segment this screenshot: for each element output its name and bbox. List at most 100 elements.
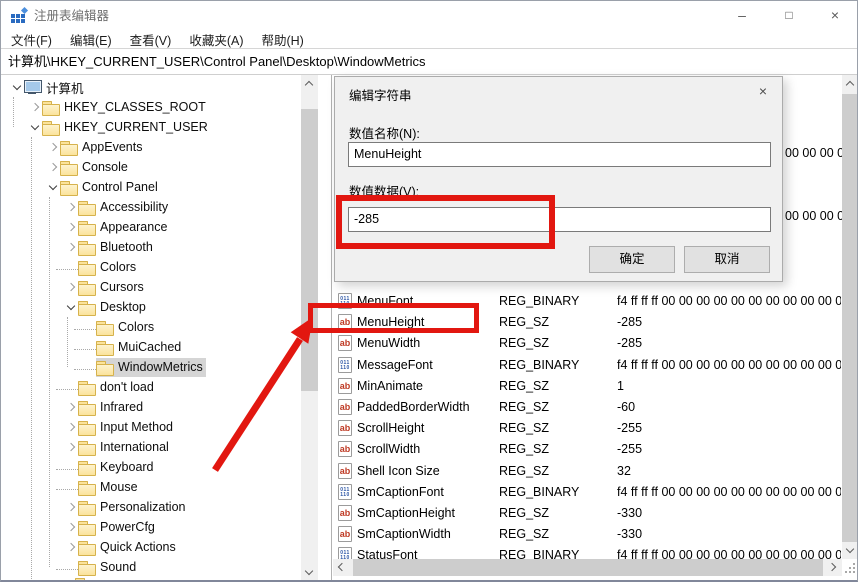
tree-expander[interactable] — [64, 280, 78, 294]
tree-expander[interactable] — [64, 500, 78, 514]
tree-item-label: Personalization — [100, 500, 185, 514]
menu-item[interactable]: 编辑(E) — [61, 30, 121, 49]
tree-item[interactable]: Keyboard — [2, 457, 331, 477]
value-data-cell: -330 — [617, 524, 841, 544]
list-scrollbar-thumb[interactable] — [842, 94, 858, 542]
menu-item[interactable]: 文件(F) — [2, 30, 61, 49]
table-row[interactable]: ab PaddedBorderWidth REG_SZ -60 — [334, 397, 841, 417]
tree-item[interactable]: International — [2, 437, 331, 457]
regedit-window: 注册表编辑器 – □ × 文件(F)编辑(E)查看(V)收藏夹(A)帮助(H) … — [0, 0, 858, 582]
tree-expander[interactable] — [64, 220, 78, 234]
tree-expander[interactable] — [82, 320, 96, 334]
tree-item[interactable]: PowerCfg — [2, 517, 331, 537]
list-horizontal-scrollbar[interactable] — [333, 559, 842, 576]
computer-icon — [24, 80, 41, 95]
value-data-cell: f4 ff ff ff 00 00 00 00 00 00 00 00 00 0… — [617, 545, 841, 559]
tree-expander[interactable] — [28, 100, 42, 114]
close-button[interactable]: × — [819, 1, 851, 31]
value-type-cell: REG_SZ — [499, 418, 611, 438]
cancel-button[interactable]: 取消 — [684, 246, 770, 273]
folder-icon — [78, 220, 95, 235]
table-row[interactable]: ab ScrollHeight REG_SZ -255 — [334, 418, 841, 438]
table-row[interactable]: ab SmCaptionHeight REG_SZ -330 — [334, 503, 841, 523]
reg-binary-icon: 011110 — [338, 547, 352, 559]
folder-icon — [96, 320, 113, 335]
value-type-cell: REG_SZ — [499, 461, 611, 481]
minimize-button[interactable]: – — [726, 1, 758, 31]
menu-item[interactable]: 帮助(H) — [252, 30, 312, 49]
tree-expander[interactable] — [46, 140, 60, 154]
tree-expander[interactable] — [46, 180, 60, 194]
resize-grip[interactable] — [844, 561, 858, 577]
tree-expander[interactable] — [46, 160, 60, 174]
tree-expander[interactable] — [64, 520, 78, 534]
tree-item[interactable]: HKEY_CLASSES_ROOT — [2, 97, 331, 117]
tree-expander[interactable] — [64, 380, 78, 394]
tree-item[interactable]: Colors — [2, 257, 331, 277]
tree-item-label: Desktop — [100, 300, 146, 314]
table-row[interactable]: 011110 StatusFont REG_BINARY f4 ff ff ff… — [334, 545, 841, 559]
table-row[interactable]: ab SmCaptionWidth REG_SZ -330 — [334, 524, 841, 544]
table-row[interactable]: ab MenuWidth REG_SZ -285 — [334, 333, 841, 353]
menu-item[interactable]: 收藏夹(A) — [180, 30, 252, 49]
tree-expander[interactable] — [64, 460, 78, 474]
menu-item[interactable]: 查看(V) — [121, 30, 181, 49]
ok-button[interactable]: 确定 — [589, 246, 675, 273]
tree-item[interactable]: Cursors — [2, 277, 331, 297]
tree-item[interactable]: 计算机 — [2, 77, 331, 97]
tree-item-label: Sound — [100, 560, 136, 574]
scroll-down-icon[interactable] — [301, 564, 318, 581]
maximize-button[interactable]: □ — [773, 1, 805, 31]
tree-expander[interactable] — [64, 300, 78, 314]
tree-item[interactable]: Bluetooth — [2, 237, 331, 257]
folder-icon — [60, 160, 77, 175]
tree-expander[interactable] — [64, 200, 78, 214]
table-row[interactable]: 011110 SmCaptionFont REG_BINARY f4 ff ff… — [334, 482, 841, 502]
tree-expander[interactable] — [64, 540, 78, 554]
tree-expander[interactable] — [64, 260, 78, 274]
tree-item[interactable]: Accessibility — [2, 197, 331, 217]
tree-item[interactable]: don't load — [2, 377, 331, 397]
tree-item[interactable]: AppEvents — [2, 137, 331, 157]
tree-item[interactable]: Mouse — [2, 477, 331, 497]
tree-item[interactable]: Appearance — [2, 217, 331, 237]
tree-expander[interactable] — [64, 400, 78, 414]
tree-item[interactable]: Input Method — [2, 417, 331, 437]
tree-expander[interactable] — [28, 120, 42, 134]
tree-expander[interactable] — [10, 80, 24, 94]
tree-item[interactable]: Sound — [2, 557, 331, 577]
scroll-right-icon[interactable] — [825, 559, 842, 576]
tree-item[interactable]: MuiCached — [2, 337, 331, 357]
title-bar[interactable]: 注册表编辑器 – □ × — [1, 1, 857, 31]
value-name-field[interactable]: MenuHeight — [348, 142, 771, 167]
address-bar[interactable]: 计算机\HKEY_CURRENT_USER\Control Panel\Desk… — [1, 50, 857, 75]
tree-expander[interactable] — [64, 480, 78, 494]
tree-item[interactable]: WindowMetrics — [2, 357, 331, 377]
tree-item[interactable]: Infrared — [2, 397, 331, 417]
tree-item[interactable]: HKEY_CURRENT_USER — [2, 117, 331, 137]
tree-item[interactable]: Console — [2, 157, 331, 177]
tree-expander[interactable] — [82, 360, 96, 374]
tree-item[interactable]: Desktop — [2, 297, 331, 317]
tree-item[interactable]: Quick Actions — [2, 537, 331, 557]
tree-expander[interactable] — [82, 340, 96, 354]
dialog-close-icon[interactable]: × — [748, 79, 778, 103]
list-hscrollbar-thumb[interactable] — [353, 559, 823, 576]
table-row[interactable]: ab ScrollWidth REG_SZ -255 — [334, 439, 841, 459]
list-vertical-scrollbar[interactable] — [842, 75, 858, 559]
table-row[interactable]: 011110 MessageFont REG_BINARY f4 ff ff f… — [334, 355, 841, 375]
tree-expander[interactable] — [64, 440, 78, 454]
scroll-up-icon[interactable] — [842, 75, 858, 92]
scroll-up-icon[interactable] — [301, 75, 318, 92]
tree-expander[interactable] — [64, 560, 78, 574]
tree-expander[interactable] — [64, 420, 78, 434]
tree-expander[interactable] — [64, 240, 78, 254]
tree-scrollbar-thumb[interactable] — [301, 109, 318, 391]
table-row[interactable]: ab Shell Icon Size REG_SZ 32 — [334, 461, 841, 481]
tree-item[interactable]: Colors — [2, 317, 331, 337]
scroll-down-icon[interactable] — [842, 542, 858, 559]
tree-item[interactable]: Control Panel — [2, 177, 331, 197]
scroll-left-icon[interactable] — [333, 559, 350, 576]
tree-item[interactable]: Personalization — [2, 497, 331, 517]
table-row[interactable]: ab MinAnimate REG_SZ 1 — [334, 376, 841, 396]
